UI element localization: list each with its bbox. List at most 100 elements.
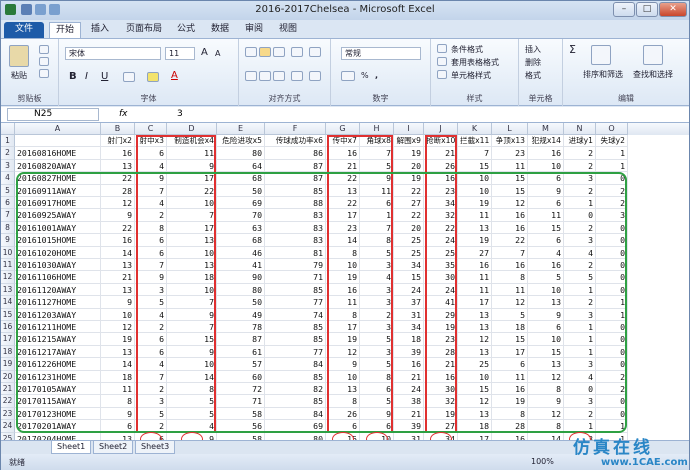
data-cell[interactable]: 8 — [326, 308, 360, 321]
data-cell[interactable]: 19 — [101, 333, 135, 346]
data-cell[interactable]: 20170115AWAY — [15, 395, 101, 408]
row-header[interactable]: 2 — [1, 147, 15, 160]
data-cell[interactable]: 24 — [394, 283, 424, 297]
data-cell[interactable]: 22 — [326, 172, 360, 185]
tab-page-layout[interactable]: 页面布局 — [119, 22, 169, 38]
data-cell[interactable]: 12 — [528, 407, 564, 421]
data-cell[interactable]: 27 — [424, 420, 458, 433]
data-cell[interactable]: 20161215AWAY — [15, 333, 101, 346]
data-cell[interactable]: 26 — [326, 407, 360, 421]
data-cell[interactable]: 8 — [326, 395, 360, 408]
data-cell[interactable]: 18 — [101, 370, 135, 383]
data-cell[interactable]: 15 — [492, 184, 528, 197]
row-header[interactable]: 21 — [1, 383, 15, 396]
data-cell[interactable]: 58 — [217, 407, 265, 421]
header-cell[interactable] — [15, 135, 101, 148]
data-cell[interactable]: 2 — [564, 184, 596, 197]
data-cell[interactable]: 20161127HOME — [15, 296, 101, 309]
data-cell[interactable]: 23 — [492, 147, 528, 160]
data-cell[interactable]: 16 — [101, 234, 135, 247]
data-cell[interactable]: 20161001AWAY — [15, 221, 101, 235]
data-cell[interactable]: 1 — [596, 420, 628, 433]
data-cell[interactable]: 5 — [564, 271, 596, 284]
data-cell[interactable]: 9 — [528, 395, 564, 408]
data-cell[interactable]: 32 — [424, 209, 458, 222]
data-cell[interactable]: 9 — [167, 308, 217, 321]
header-cell[interactable]: 传球成功率x6 — [265, 135, 326, 148]
data-cell[interactable]: 4 — [167, 420, 217, 433]
data-cell[interactable]: 10 — [458, 172, 492, 185]
data-cell[interactable]: 20161211HOME — [15, 321, 101, 334]
worksheet-grid[interactable]: A B C D E F G H I J K L M N O 1 射门x2 射中x3 制造机会x4 危险进攻x5 传球成功… — [1, 123, 689, 440]
data-cell[interactable]: 9 — [167, 159, 217, 173]
data-cell[interactable]: 3 — [135, 395, 167, 408]
data-cell[interactable]: 2 — [135, 209, 167, 222]
data-cell[interactable]: 15 — [458, 159, 492, 173]
data-cell[interactable]: 20160820AWAY — [15, 159, 101, 173]
data-cell[interactable]: 1 — [564, 321, 596, 334]
data-cell[interactable]: 34 — [394, 321, 424, 334]
data-cell[interactable]: 81 — [265, 246, 326, 259]
row-header[interactable]: 12 — [1, 271, 15, 284]
name-box[interactable]: N25 — [7, 108, 99, 121]
row-header[interactable]: 25 — [1, 432, 15, 440]
data-cell[interactable]: 17 — [458, 296, 492, 309]
header-cell[interactable]: 解围x9 — [394, 135, 424, 148]
data-cell[interactable]: 7 — [167, 209, 217, 222]
data-cell[interactable]: 19 — [394, 172, 424, 185]
row-header[interactable]: 20 — [1, 370, 15, 383]
data-cell[interactable]: 13 — [326, 383, 360, 396]
column-header-L[interactable]: L — [492, 123, 528, 135]
column-header-I[interactable]: I — [394, 123, 424, 135]
data-cell[interactable]: 24 — [424, 283, 458, 297]
data-cell[interactable]: 16 — [528, 147, 564, 160]
data-cell[interactable]: 3 — [564, 358, 596, 371]
data-cell[interactable]: 80 — [217, 283, 265, 297]
data-cell[interactable]: 19 — [458, 234, 492, 247]
data-cell[interactable]: 3 — [360, 283, 394, 297]
data-cell[interactable]: 12 — [101, 197, 135, 210]
data-cell[interactable]: 10 — [167, 246, 217, 259]
data-cell[interactable]: 20160827HOME — [15, 172, 101, 185]
format-button[interactable]: 格式 — [525, 70, 541, 81]
row-header[interactable]: 10 — [1, 246, 15, 259]
data-cell[interactable]: 15 — [492, 333, 528, 346]
data-cell[interactable]: 6 — [528, 172, 564, 185]
data-cell[interactable]: 9 — [135, 271, 167, 284]
cell-styles-button[interactable]: 单元格样式 — [451, 70, 491, 81]
data-cell[interactable]: 22 — [424, 221, 458, 235]
data-cell[interactable]: 2 — [596, 383, 628, 396]
data-cell[interactable]: 2 — [135, 321, 167, 334]
data-cell[interactable]: 6 — [135, 246, 167, 259]
data-cell[interactable]: 83 — [265, 209, 326, 222]
data-cell[interactable]: 85 — [265, 321, 326, 334]
data-cell[interactable]: 20 — [394, 221, 424, 235]
data-cell[interactable]: 12 — [492, 197, 528, 210]
row-header[interactable]: 11 — [1, 259, 15, 272]
data-cell[interactable]: 2 — [360, 308, 394, 321]
data-cell[interactable]: 3 — [135, 283, 167, 297]
data-cell[interactable]: 21 — [101, 271, 135, 284]
row-header[interactable]: 5 — [1, 184, 15, 197]
paste-icon[interactable] — [9, 45, 29, 67]
data-cell[interactable]: 8 — [360, 370, 394, 383]
data-cell[interactable]: 3 — [564, 308, 596, 321]
data-cell[interactable]: 58 — [217, 432, 265, 440]
data-cell[interactable]: 0 — [596, 271, 628, 284]
data-cell[interactable]: 10 — [458, 370, 492, 383]
data-cell[interactable]: 17 — [326, 321, 360, 334]
data-cell[interactable]: 16 — [394, 358, 424, 371]
formula-input[interactable]: 3 — [177, 109, 183, 119]
data-cell[interactable]: 5 — [135, 296, 167, 309]
data-cell[interactable]: 0 — [564, 383, 596, 396]
row-header[interactable]: 6 — [1, 197, 15, 210]
cut-icon[interactable] — [39, 45, 49, 54]
data-cell[interactable]: 1 — [564, 420, 596, 433]
data-cell[interactable]: 0 — [596, 234, 628, 247]
header-cell[interactable]: 角球x8 — [360, 135, 394, 148]
data-cell[interactable]: 5 — [360, 159, 394, 173]
format-table-icon[interactable] — [437, 57, 447, 66]
data-cell[interactable]: 13 — [458, 308, 492, 321]
font-name-combo[interactable]: 宋体 — [65, 47, 161, 60]
data-cell[interactable]: 6 — [135, 333, 167, 346]
